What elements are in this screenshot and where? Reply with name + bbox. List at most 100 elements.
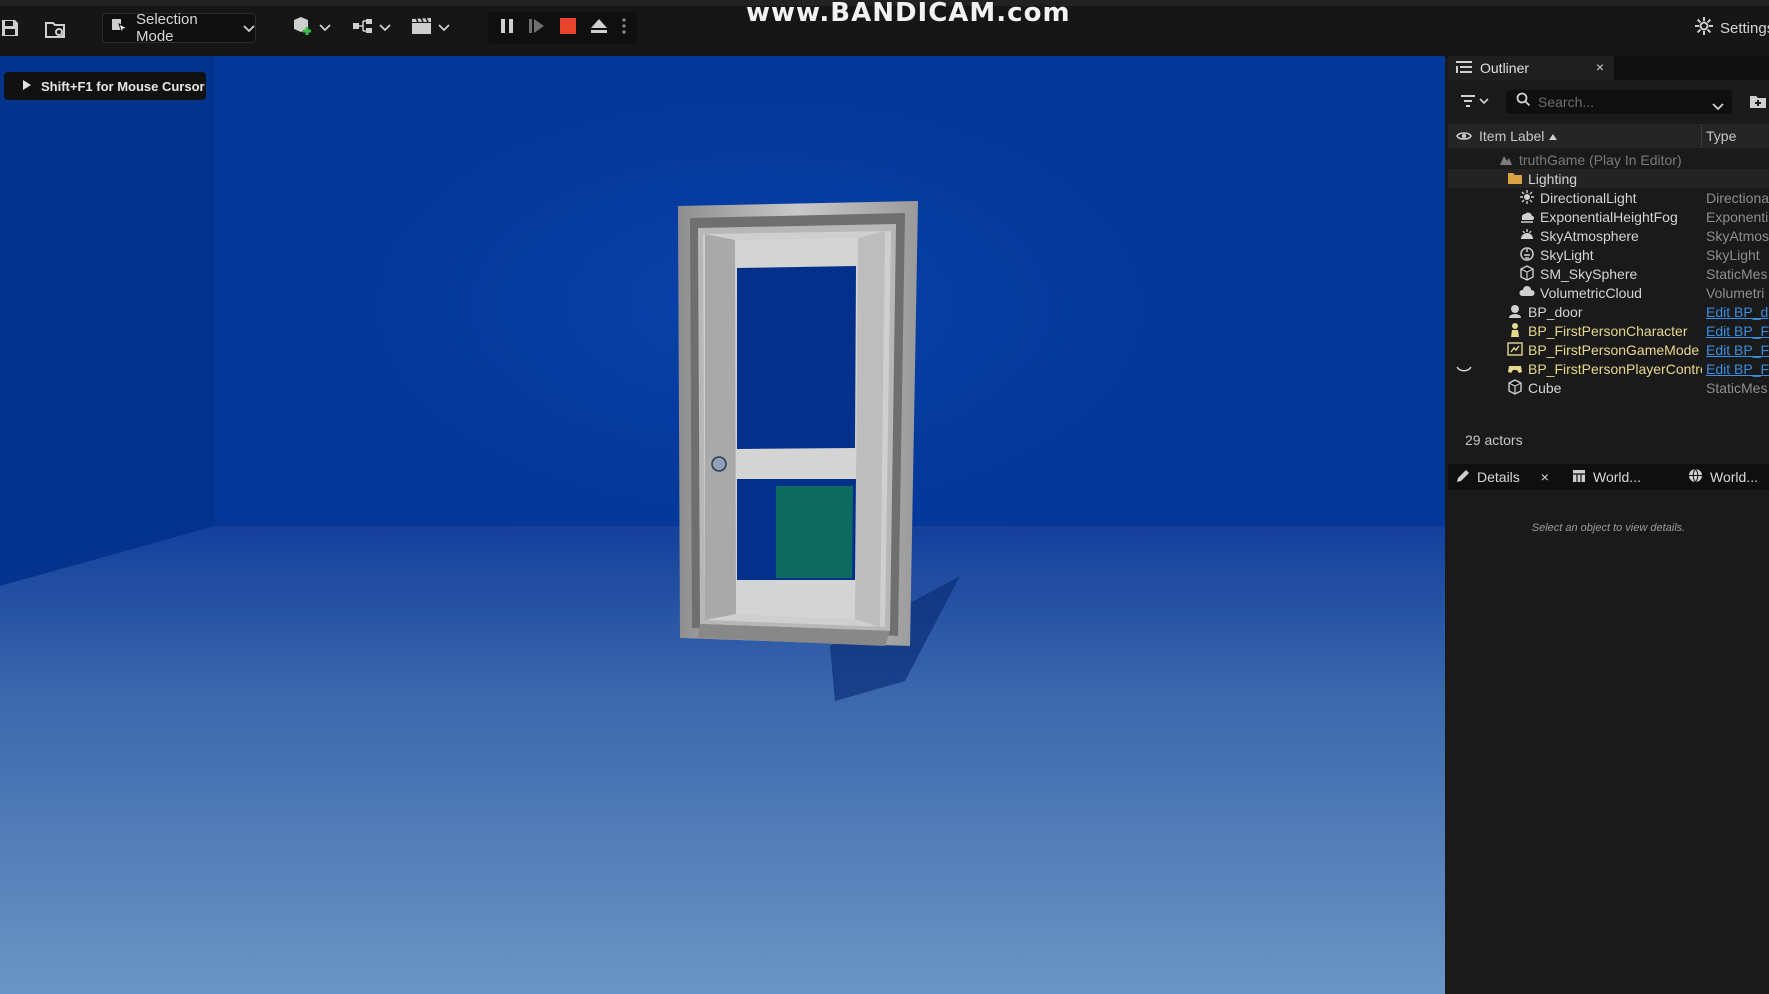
chevron-down-icon [379, 19, 391, 37]
folder-icon [1507, 170, 1523, 186]
outliner-row-label: BP_door [1528, 303, 1583, 320]
outliner-row-type: StaticMes [1706, 379, 1768, 396]
chevron-down-icon[interactable] [1712, 98, 1724, 116]
outliner-row-label: SkyAtmosphere [1540, 227, 1639, 244]
item-label-header: Item Label [1479, 128, 1545, 144]
outliner-row[interactable]: DirectionalLight Directiona [1448, 188, 1769, 207]
world-settings-tab-label: World... [1710, 469, 1758, 485]
settings-button[interactable]: Settings [1694, 16, 1769, 40]
pause-icon[interactable] [499, 17, 515, 40]
outliner-row[interactable]: truthGame (Play In Editor) [1448, 150, 1769, 169]
atmosphere-icon [1519, 227, 1535, 243]
save-icon[interactable] [0, 18, 22, 40]
outliner-row[interactable]: BP_FirstPersonPlayerControllerEdit BP_F [1448, 359, 1769, 378]
tab-world-settings[interactable]: World... [1688, 464, 1758, 490]
chevron-down-icon [243, 20, 255, 37]
actor-count: 29 actors [1465, 432, 1523, 448]
outliner-row-type: StaticMes [1706, 265, 1768, 282]
outliner-icon [1456, 60, 1472, 77]
outliner-tab-row: Outliner × [1448, 56, 1769, 80]
close-icon[interactable]: × [1541, 469, 1549, 485]
chevron-down-icon [319, 19, 331, 37]
outliner-row-type: Exponenti [1706, 208, 1769, 225]
details-tab-row: Details × World... World... [1448, 464, 1769, 490]
edit-blueprint-link[interactable]: Edit BP_d [1706, 304, 1769, 320]
selection-mode-dropdown[interactable]: Selection Mode [102, 11, 256, 45]
cloud-icon [1519, 284, 1535, 300]
globe-icon [1688, 468, 1703, 486]
outliner-row[interactable]: BP_FirstPersonGameMode Edit BP_F [1448, 340, 1769, 359]
close-icon[interactable]: × [1596, 59, 1604, 75]
outliner-row[interactable]: VolumetricCloud Volumetri [1448, 283, 1769, 302]
tab-world-partition[interactable]: World... [1572, 464, 1641, 490]
outliner-row[interactable]: SM_SkySphere StaticMes [1448, 264, 1769, 283]
gamemode-icon [1507, 341, 1523, 357]
outliner-row-type: SkyLight [1706, 246, 1760, 263]
cinematics-icon [411, 17, 433, 40]
outliner-row-label: Lighting [1528, 170, 1578, 187]
sun-icon [1519, 189, 1535, 205]
filter-icon[interactable] [1461, 95, 1491, 114]
outliner-row[interactable]: BP_FirstPersonCharacter Edit BP_F [1448, 321, 1769, 340]
content-browser-icon[interactable] [44, 18, 66, 40]
skylight-icon [1519, 246, 1535, 262]
outliner-tree: truthGame (Play In Editor) Lighting Direct… [1448, 150, 1769, 397]
right-panel: Outliner × Item Label [1448, 56, 1769, 994]
blueprint-icon [352, 17, 374, 40]
outliner-row[interactable]: Cube StaticMes [1448, 378, 1769, 397]
tab-details[interactable]: Details × [1456, 464, 1549, 490]
gear-icon [1694, 16, 1714, 40]
outliner-search-input[interactable] [1538, 94, 1708, 110]
edit-blueprint-link[interactable]: Edit BP_F [1706, 342, 1769, 358]
actor-icon [1507, 303, 1523, 319]
type-header[interactable]: Type [1701, 128, 1766, 144]
eye-icon[interactable] [1456, 129, 1472, 145]
outliner-row-label: Cube [1528, 379, 1562, 396]
world-icon [1498, 151, 1514, 167]
selection-cursor-icon [111, 17, 129, 39]
search-icon [1516, 92, 1531, 112]
outliner-row[interactable]: SkyAtmosphere SkyAtmos [1448, 226, 1769, 245]
add-actor-dropdown[interactable] [292, 15, 331, 41]
cinematics-dropdown[interactable] [411, 15, 450, 41]
outliner-row-type: Directiona [1706, 189, 1769, 206]
level-viewport[interactable]: Shift+F1 for Mouse Cursor [0, 56, 1445, 994]
outliner-row-label: ExponentialHeightFog [1540, 208, 1678, 225]
selection-mode-label: Selection Mode [136, 11, 198, 45]
outliner-row[interactable]: BP_door Edit BP_d [1448, 302, 1769, 321]
settings-label: Settings [1720, 19, 1769, 37]
edit-blueprint-link[interactable]: Edit BP_F [1706, 323, 1769, 339]
details-empty-message: Select an object to view details. [1531, 522, 1686, 534]
outliner-row-type: SkyAtmos [1706, 227, 1769, 244]
more-options-icon[interactable] [621, 17, 627, 40]
outliner-row-label: BP_FirstPersonCharacter [1528, 322, 1688, 339]
outliner-search-box [1506, 90, 1732, 114]
details-tab-label: Details [1477, 469, 1520, 485]
outliner-row[interactable]: SkyLight SkyLight [1448, 245, 1769, 264]
outliner-tab-label: Outliner [1480, 60, 1530, 76]
outliner-row[interactable]: ExponentialHeightFog Exponenti [1448, 207, 1769, 226]
eject-icon[interactable] [590, 17, 608, 40]
hidden-eye-icon[interactable] [1456, 362, 1472, 378]
skip-frame-icon[interactable] [528, 17, 546, 40]
item-label-column[interactable]: Item Label [1479, 128, 1558, 144]
outliner-row-label: SkyLight [1540, 246, 1594, 263]
pencil-icon [1456, 469, 1470, 486]
sort-ascending-icon [1548, 128, 1558, 144]
mouse-cursor-hint: Shift+F1 for Mouse Cursor [4, 72, 206, 100]
outliner-filter-row [1448, 88, 1769, 118]
tab-outliner[interactable]: Outliner × [1448, 56, 1614, 80]
edit-blueprint-link[interactable]: Edit BP_F [1706, 361, 1769, 377]
controller-icon [1507, 360, 1523, 376]
outliner-row-label: truthGame (Play In Editor) [1519, 151, 1682, 168]
static-mesh-icon [1519, 265, 1535, 281]
blueprint-dropdown[interactable] [352, 15, 391, 41]
outliner-row-label: BP_FirstPersonGameMode [1528, 341, 1700, 358]
outliner-folder-row[interactable]: Lighting [1448, 169, 1769, 188]
main-toolbar: Selection Mode www.BANDICAM.com Settings [0, 0, 1769, 57]
stop-icon[interactable] [559, 17, 577, 40]
add-actor-icon [292, 16, 314, 41]
add-folder-icon[interactable] [1749, 93, 1767, 114]
outliner-row-label: SM_SkySphere [1540, 265, 1638, 282]
static-mesh-icon [1507, 379, 1523, 395]
